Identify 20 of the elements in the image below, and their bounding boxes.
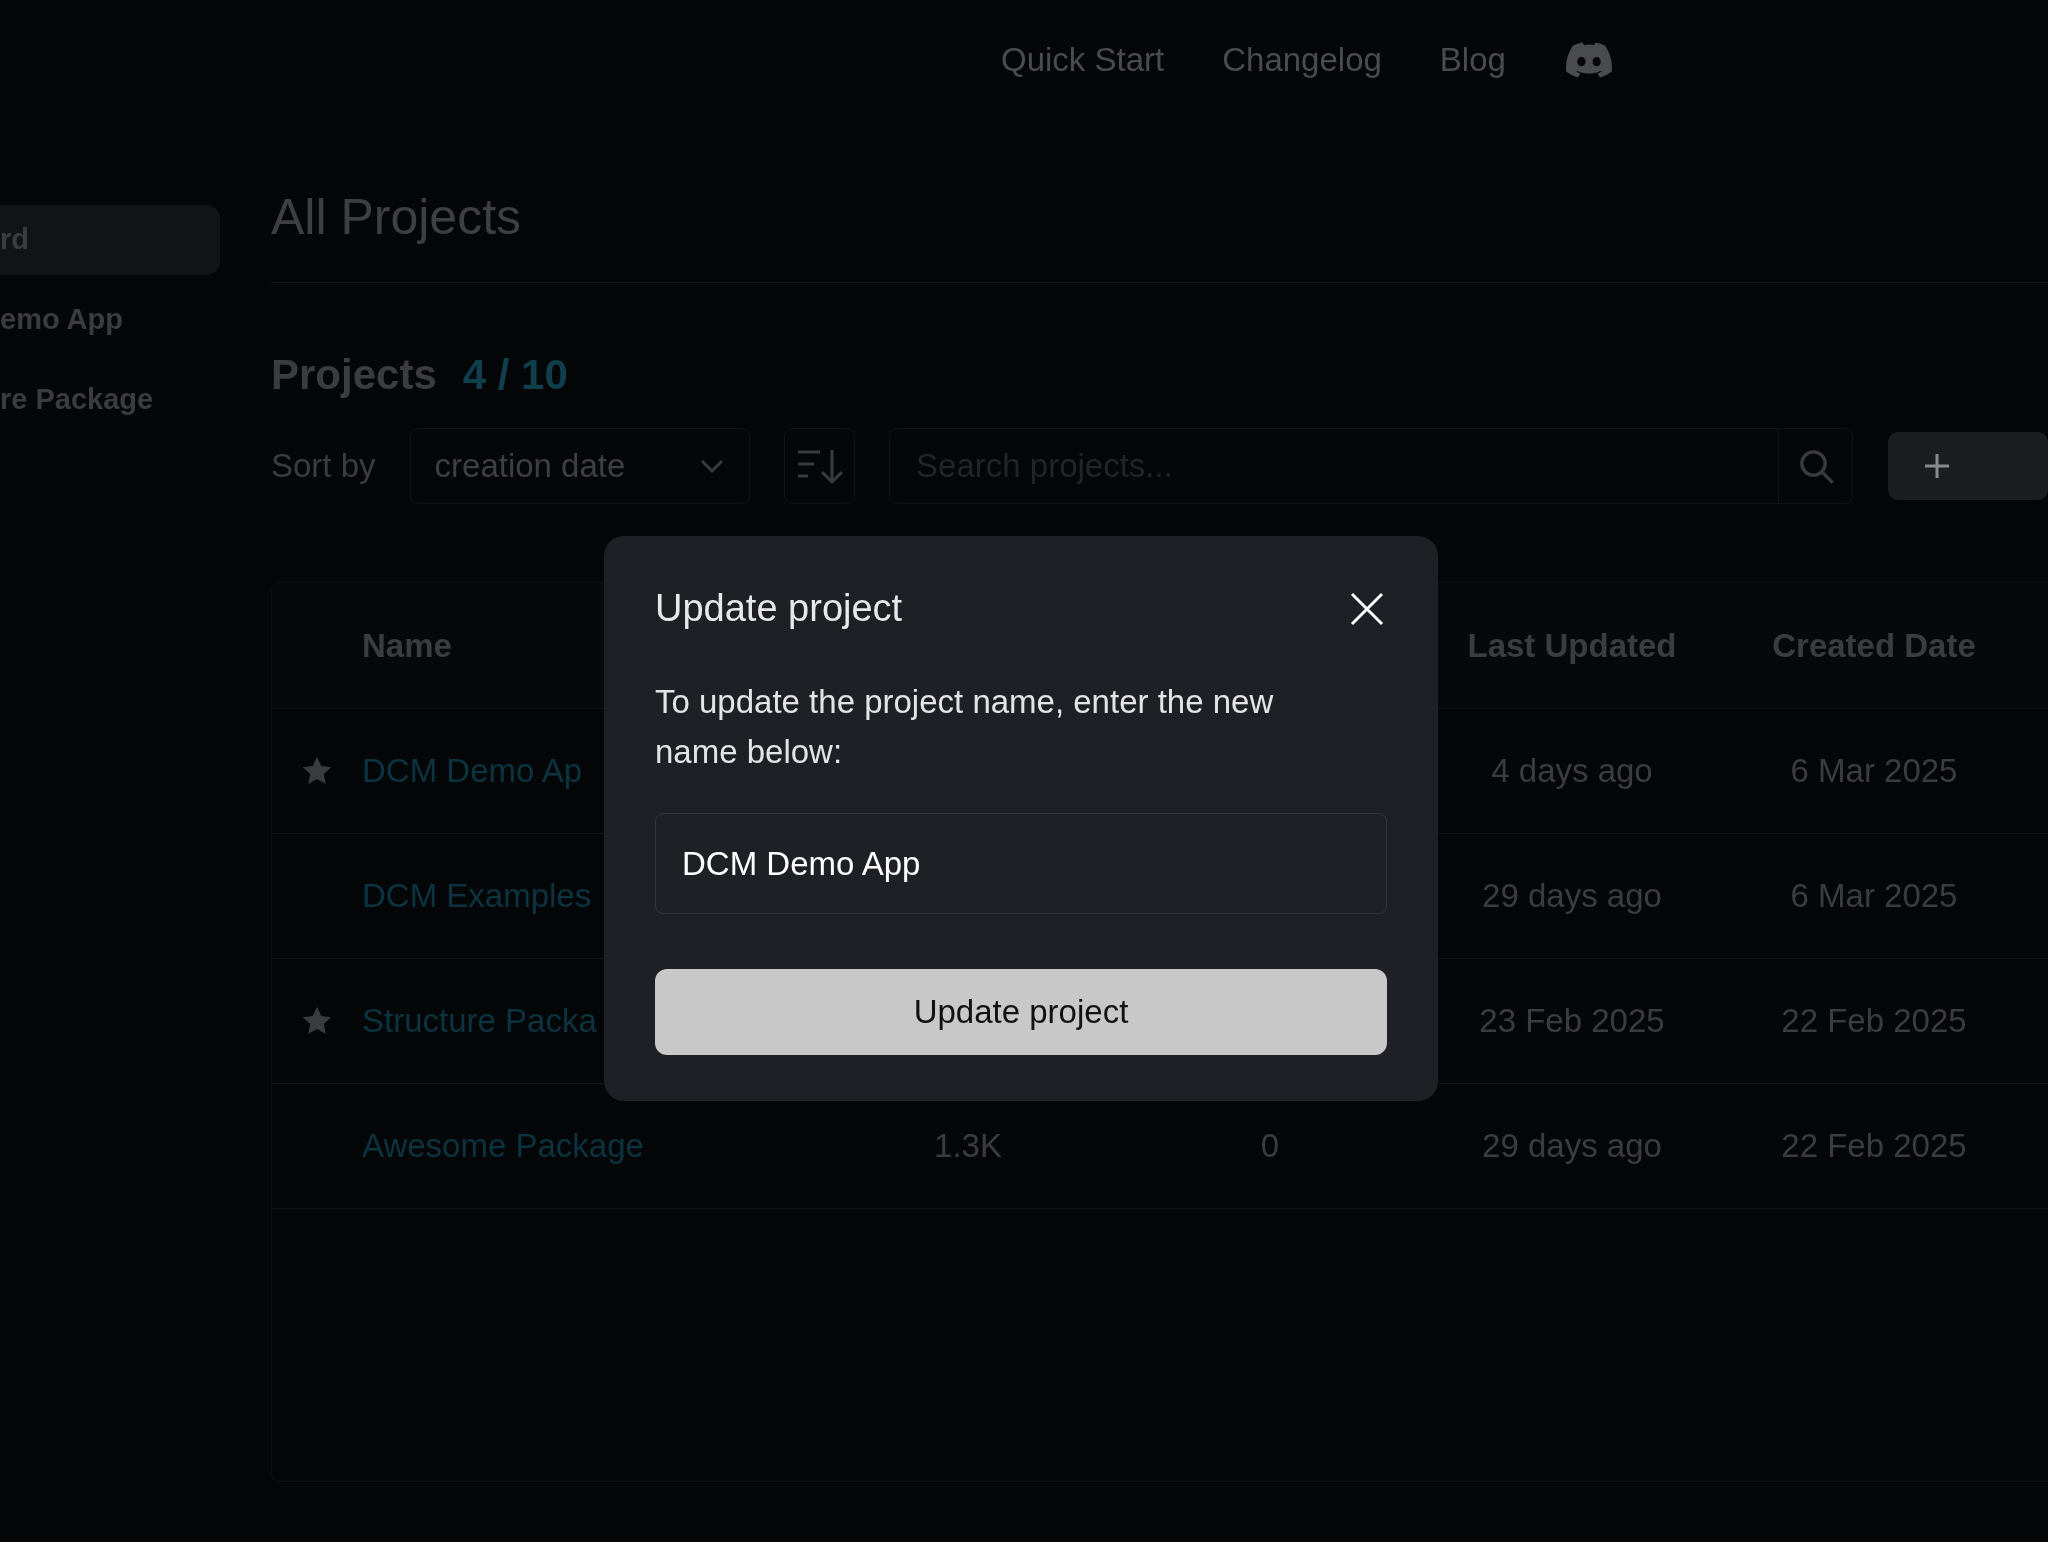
project-count: 4 / 10 (462, 350, 568, 400)
nav-link[interactable]: Quick Start (1001, 35, 1165, 85)
chevron-down-icon (699, 458, 726, 474)
close-icon (1350, 591, 1384, 626)
dialog-title: Update project (655, 586, 903, 631)
add-button[interactable] (1888, 432, 2048, 500)
nav-link[interactable]: Blog (1439, 35, 1506, 85)
project-link[interactable]: DCM Demo Ap (362, 746, 583, 796)
dialog-description: To update the project name, enter the new name below: (655, 682, 1275, 772)
project-name-field[interactable]: DCM Demo App (655, 813, 1387, 914)
plus-icon (1924, 453, 1950, 479)
project-link[interactable]: Structure Packa (362, 996, 597, 1046)
nav-link[interactable]: Changelog (1222, 35, 1382, 85)
sort-order-button[interactable] (784, 428, 856, 504)
project-link[interactable]: DCM Examples (362, 871, 592, 921)
project-link[interactable]: Awesome Package (362, 1121, 644, 1171)
chat-app-icon[interactable] (1563, 40, 1614, 80)
update-project-button[interactable]: Update project (655, 969, 1387, 1055)
sort-dropdown[interactable]: creation date (409, 428, 751, 504)
page-title: All Projects (271, 192, 522, 242)
